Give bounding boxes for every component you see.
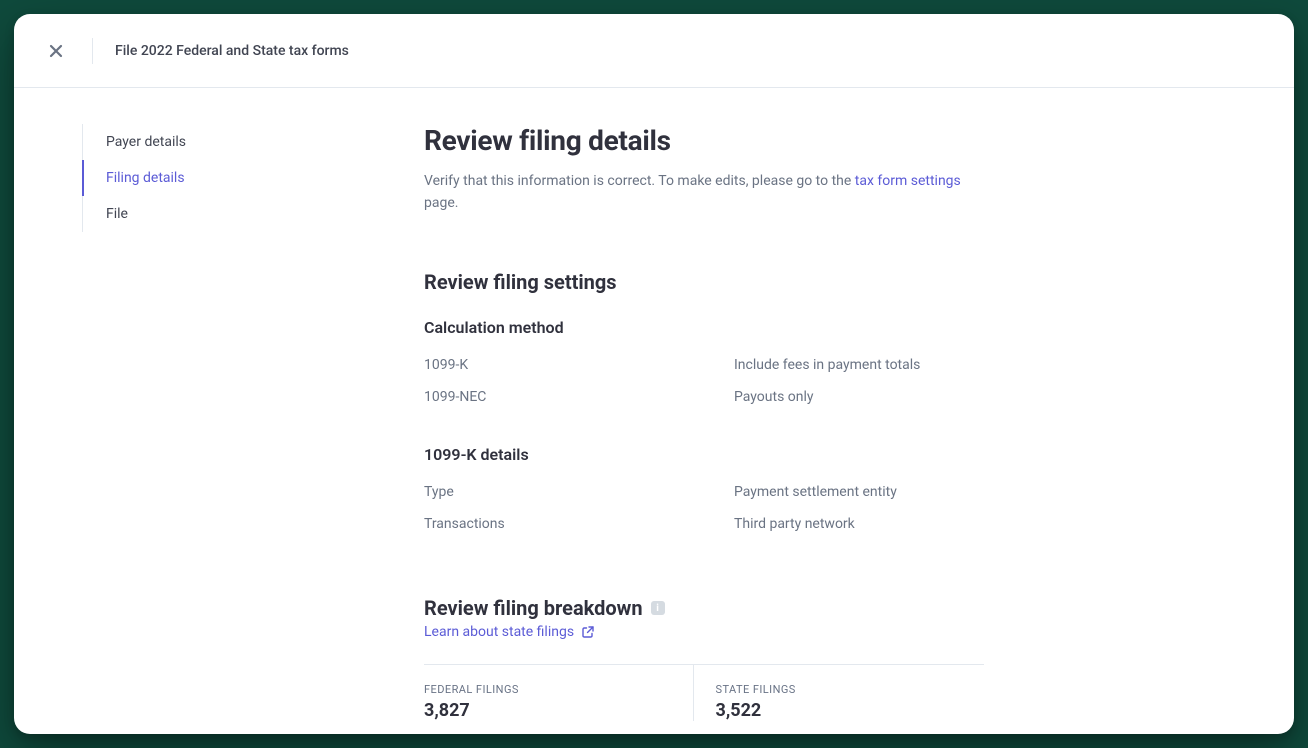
sub-text-suffix: page. <box>424 195 458 211</box>
stat-label: STATE FILINGS <box>716 683 985 696</box>
calc-row: 1099-NEC Payouts only <box>424 381 984 413</box>
details-row-key: Type <box>424 484 734 500</box>
modal-body: Payer details Filing details File Review… <box>14 88 1294 734</box>
stat-label: FEDERAL FILINGS <box>424 683 693 696</box>
sidebar-item-label: Payer details <box>106 134 186 150</box>
modal-header: File 2022 Federal and State tax forms <box>14 14 1294 88</box>
calc-row-val: Payouts only <box>734 389 984 405</box>
sidebar-item-filing-details[interactable]: Filing details <box>82 160 354 196</box>
learn-link-label: Learn about state filings <box>424 624 574 640</box>
sidebar-item-file[interactable]: File <box>82 196 354 232</box>
settings-section-title: Review filing settings <box>424 270 984 294</box>
calc-row-val: Include fees in payment totals <box>734 357 984 373</box>
calc-row-key: 1099-NEC <box>424 389 734 405</box>
stat-value: 3,827 <box>424 700 693 721</box>
close-icon <box>48 43 64 59</box>
stat-state-filings: STATE FILINGS 3,522 <box>693 665 985 721</box>
details-row: Type Payment settlement entity <box>424 476 984 508</box>
header-title: File 2022 Federal and State tax forms <box>115 43 349 59</box>
stat-value: 3,522 <box>716 700 985 721</box>
info-icon[interactable]: i <box>651 601 665 615</box>
calc-row-key: 1099-K <box>424 357 734 373</box>
main-content: Review filing details Verify that this i… <box>354 88 1294 734</box>
header-divider <box>92 38 93 64</box>
learn-state-filings-link[interactable]: Learn about state filings <box>424 624 594 640</box>
sidebar-item-label: Filing details <box>106 170 185 186</box>
page-subtitle: Verify that this information is correct.… <box>424 171 984 214</box>
details-row-key: Transactions <box>424 516 734 532</box>
tax-form-settings-link[interactable]: tax form settings <box>855 173 961 189</box>
sub-text-prefix: Verify that this information is correct.… <box>424 173 855 189</box>
details-row-val: Payment settlement entity <box>734 484 984 500</box>
external-link-icon <box>582 626 594 638</box>
stat-federal-filings: FEDERAL FILINGS 3,827 <box>424 665 693 721</box>
details-row-val: Third party network <box>734 516 984 532</box>
sidebar-nav: Payer details Filing details File <box>14 88 354 734</box>
modal-window: File 2022 Federal and State tax forms Pa… <box>14 14 1294 734</box>
filing-stats: FEDERAL FILINGS 3,827 STATE FILINGS 3,52… <box>424 664 984 721</box>
breakdown-section-title: Review filing breakdown <box>424 596 643 620</box>
details-row: Transactions Third party network <box>424 508 984 540</box>
k-details-heading: 1099-K details <box>424 445 984 464</box>
calc-method-heading: Calculation method <box>424 318 984 337</box>
sidebar-item-payer-details[interactable]: Payer details <box>82 124 354 160</box>
sidebar-item-label: File <box>106 206 128 222</box>
calc-row: 1099-K Include fees in payment totals <box>424 349 984 381</box>
close-button[interactable] <box>42 37 70 65</box>
page-title: Review filing details <box>424 124 984 157</box>
